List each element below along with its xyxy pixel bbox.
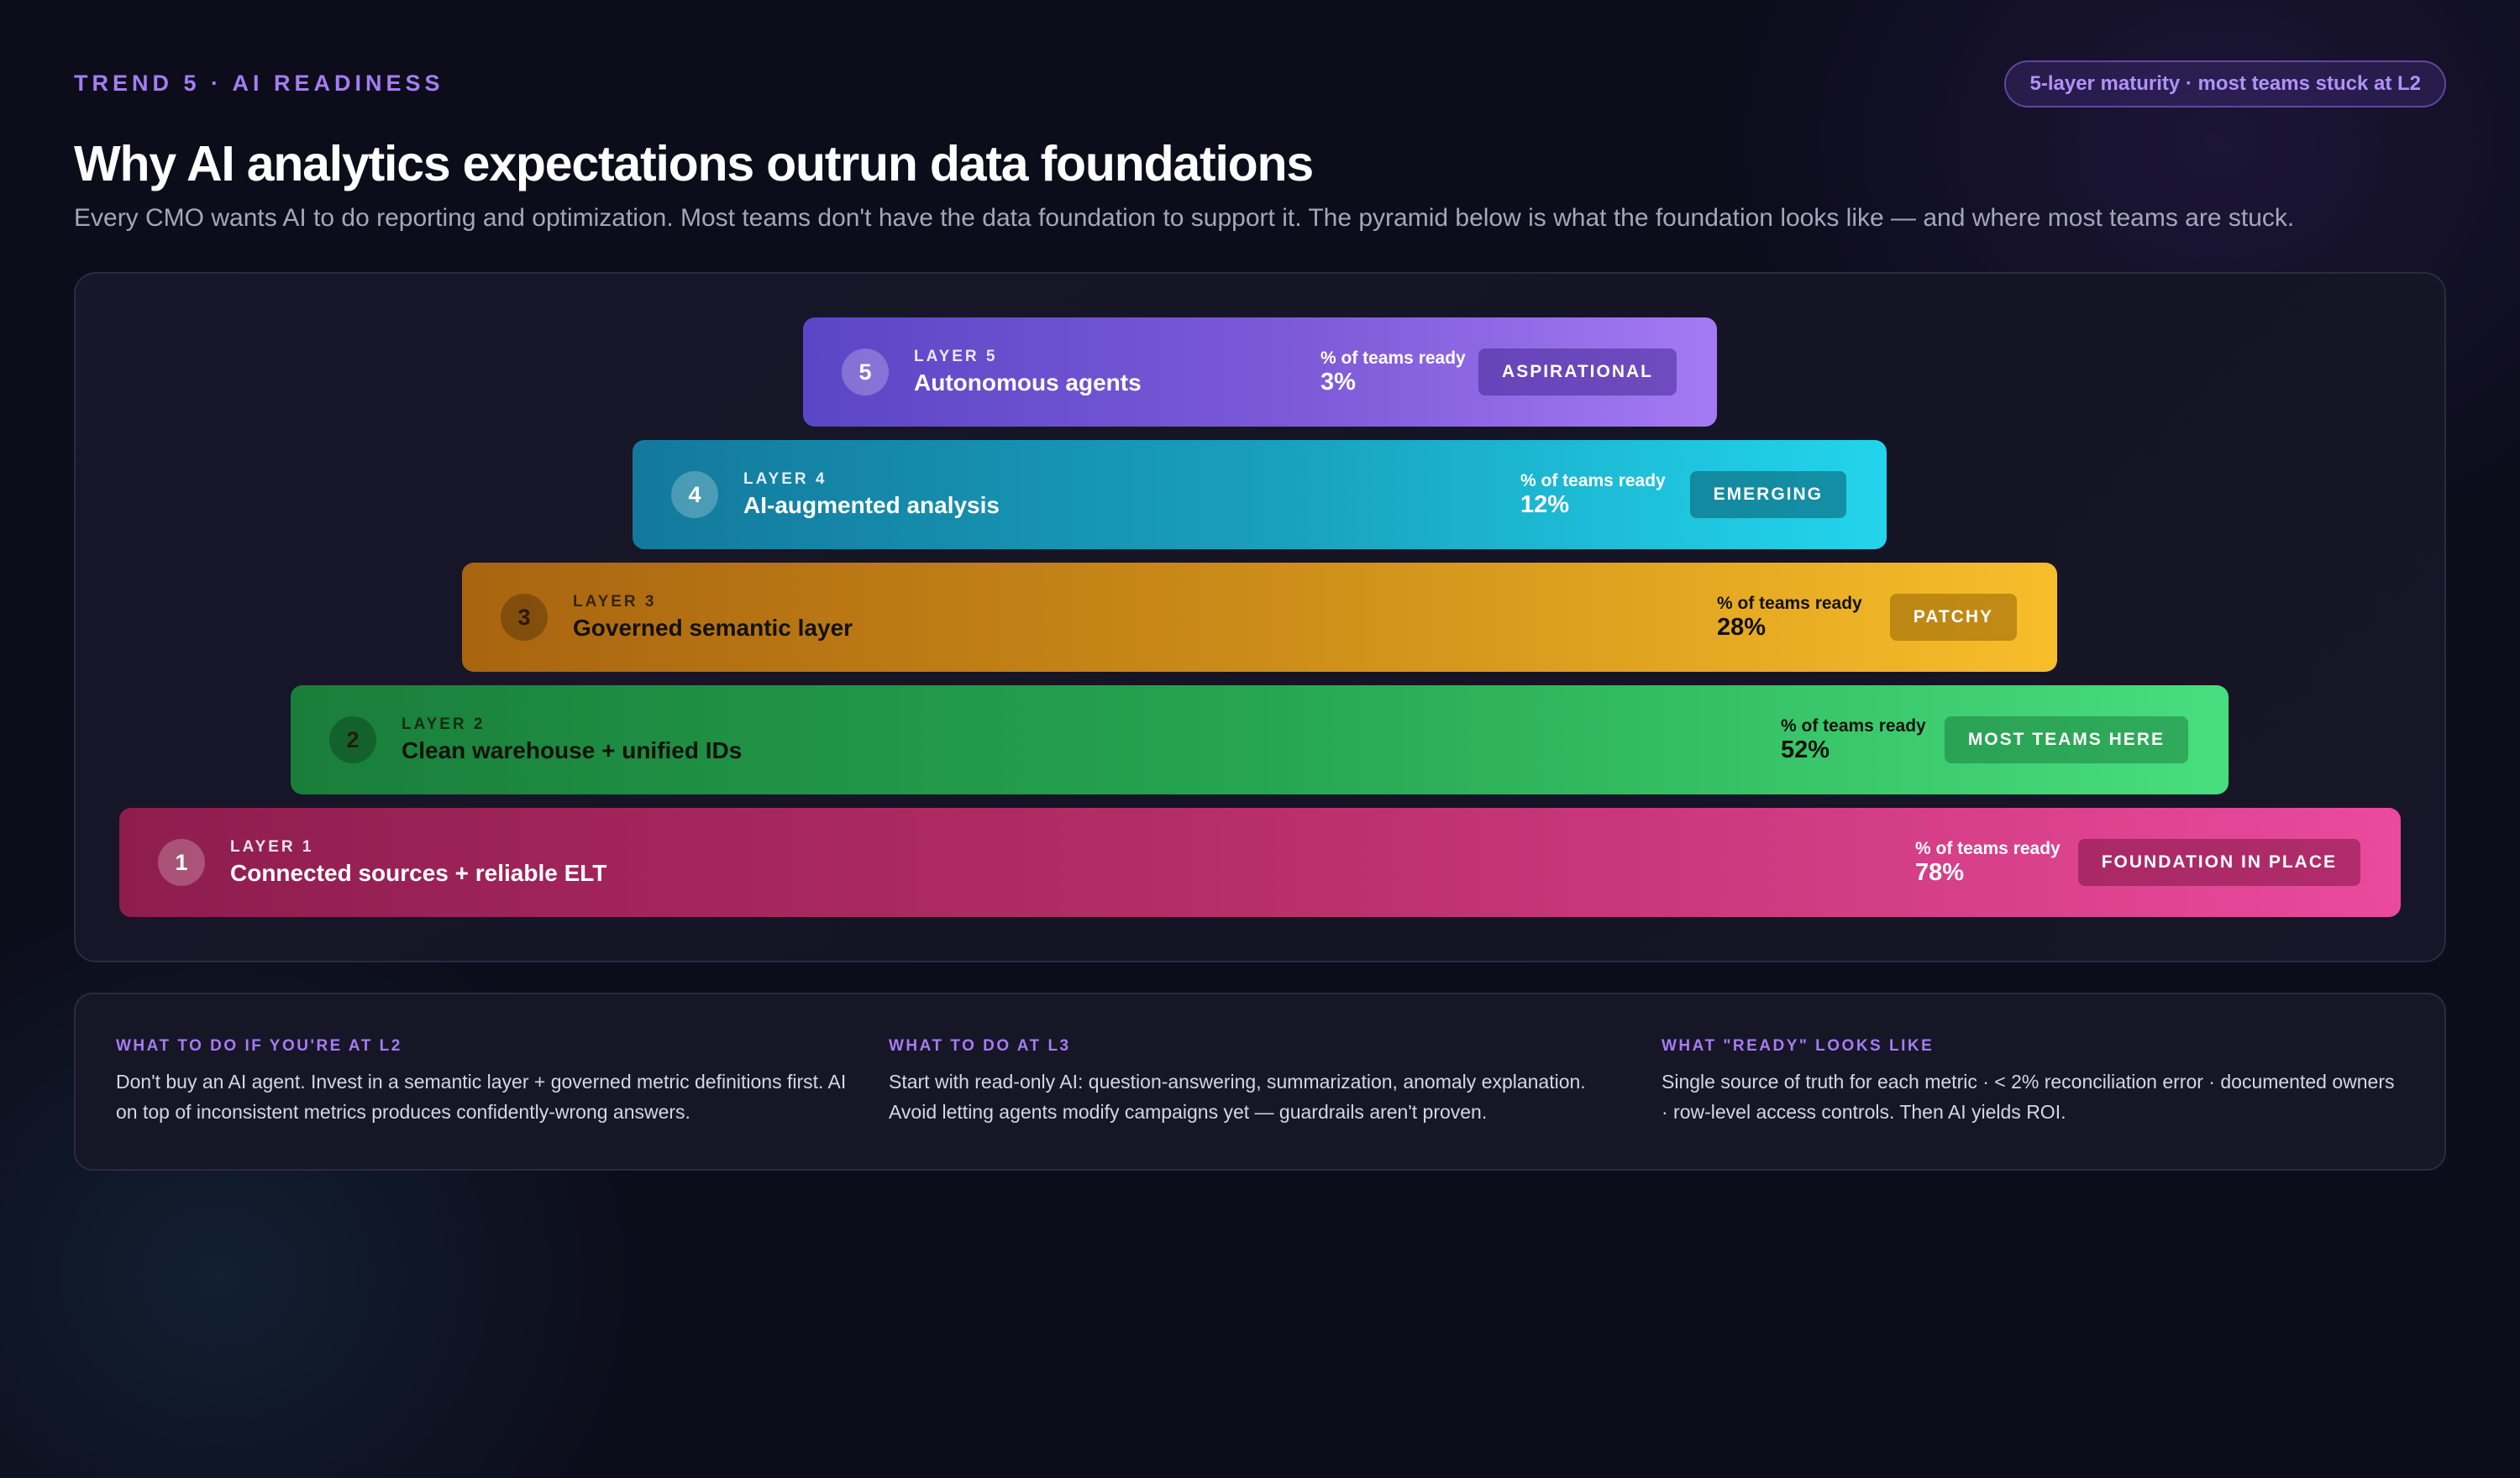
teams-ready-value: 78% bbox=[1915, 859, 1965, 886]
layer-kicker: LAYER 2 bbox=[402, 715, 486, 733]
eyebrow-label: TREND 5 · AI READINESS bbox=[74, 71, 444, 96]
layer-kicker: LAYER 3 bbox=[573, 593, 657, 611]
layer-number-badge: 4 bbox=[671, 471, 718, 518]
pyramid-layer-3: 3 LAYER 3 Governed semantic layer % of t… bbox=[462, 563, 2057, 672]
layer-name: AI-augmented analysis bbox=[743, 492, 1000, 518]
pyramid-layer-4: 4 LAYER 4 AI-augmented analysis % of tea… bbox=[633, 440, 1887, 549]
page-subtitle: Every CMO wants AI to do reporting and o… bbox=[74, 204, 2295, 232]
layer-kicker: LAYER 4 bbox=[743, 470, 827, 488]
card-body: Don't buy an AI agent. Invest in a seman… bbox=[116, 1071, 847, 1123]
layer-name: Connected sources + reliable ELT bbox=[230, 860, 607, 886]
layer-name: Governed semantic layer bbox=[573, 615, 853, 641]
layer-number-badge: 3 bbox=[501, 594, 548, 641]
status-badge: EMERGING bbox=[1689, 471, 1846, 518]
page-title: Why AI analytics expectations outrun dat… bbox=[74, 136, 1314, 191]
teams-ready-label: % of teams ready bbox=[1717, 594, 1862, 613]
layer-name: Autonomous agents bbox=[914, 370, 1142, 396]
teams-ready-value: 12% bbox=[1520, 491, 1570, 518]
teams-ready-stat: % of teams ready 78% bbox=[1915, 838, 2061, 885]
status-badge: FOUNDATION IN PLACE bbox=[2077, 839, 2360, 886]
guidance-card-l2: WHAT TO DO IF YOU'RE AT L2 Don't buy an … bbox=[116, 994, 855, 1169]
layer-number-badge: 2 bbox=[329, 716, 376, 763]
card-kicker: WHAT TO DO IF YOU'RE AT L2 bbox=[116, 1037, 402, 1055]
maturity-pill: 5-layer maturity · most teams stuck at L… bbox=[2004, 60, 2446, 107]
card-kicker: WHAT TO DO AT L3 bbox=[889, 1037, 1071, 1055]
card-kicker: WHAT "READY" LOOKS LIKE bbox=[1662, 1037, 1935, 1055]
teams-ready-stat: % of teams ready 52% bbox=[1781, 715, 1926, 763]
pyramid-layer-1: 1 LAYER 1 Connected sources + reliable E… bbox=[119, 808, 2401, 917]
pyramid-layer-5: 5 LAYER 5 Autonomous agents % of teams r… bbox=[803, 317, 1717, 427]
teams-ready-stat: % of teams ready 3% bbox=[1320, 348, 1466, 395]
teams-ready-label: % of teams ready bbox=[1781, 716, 1926, 736]
layer-kicker: LAYER 5 bbox=[914, 348, 998, 365]
card-body: Single source of truth for each metric ·… bbox=[1662, 1071, 2395, 1123]
teams-ready-value: 52% bbox=[1781, 736, 1830, 763]
card-body: Start with read-only AI: question-answer… bbox=[889, 1071, 1586, 1123]
teams-ready-stat: % of teams ready 28% bbox=[1717, 593, 1862, 640]
status-badge: PATCHY bbox=[1889, 594, 2017, 641]
teams-ready-value: 3% bbox=[1320, 369, 1356, 396]
status-badge: ASPIRATIONAL bbox=[1478, 349, 1677, 396]
teams-ready-stat: % of teams ready 12% bbox=[1520, 470, 1666, 517]
teams-ready-label: % of teams ready bbox=[1320, 349, 1466, 368]
layer-number-badge: 5 bbox=[842, 349, 889, 396]
layer-number-badge: 1 bbox=[158, 839, 205, 886]
guidance-card-l3: WHAT TO DO AT L3 Start with read-only AI… bbox=[889, 994, 1628, 1169]
teams-ready-value: 28% bbox=[1717, 614, 1767, 641]
pyramid-layer-2: 2 LAYER 2 Clean warehouse + unified IDs … bbox=[291, 685, 2229, 794]
guidance-panel: WHAT TO DO IF YOU'RE AT L2 Don't buy an … bbox=[74, 993, 2446, 1171]
teams-ready-label: % of teams ready bbox=[1915, 839, 2061, 858]
teams-ready-label: % of teams ready bbox=[1520, 471, 1666, 490]
status-badge: MOST TEAMS HERE bbox=[1944, 716, 2188, 763]
guidance-card-ready: WHAT "READY" LOOKS LIKE Single source of… bbox=[1662, 994, 2401, 1169]
layer-kicker: LAYER 1 bbox=[230, 838, 314, 856]
layer-name: Clean warehouse + unified IDs bbox=[402, 737, 743, 763]
